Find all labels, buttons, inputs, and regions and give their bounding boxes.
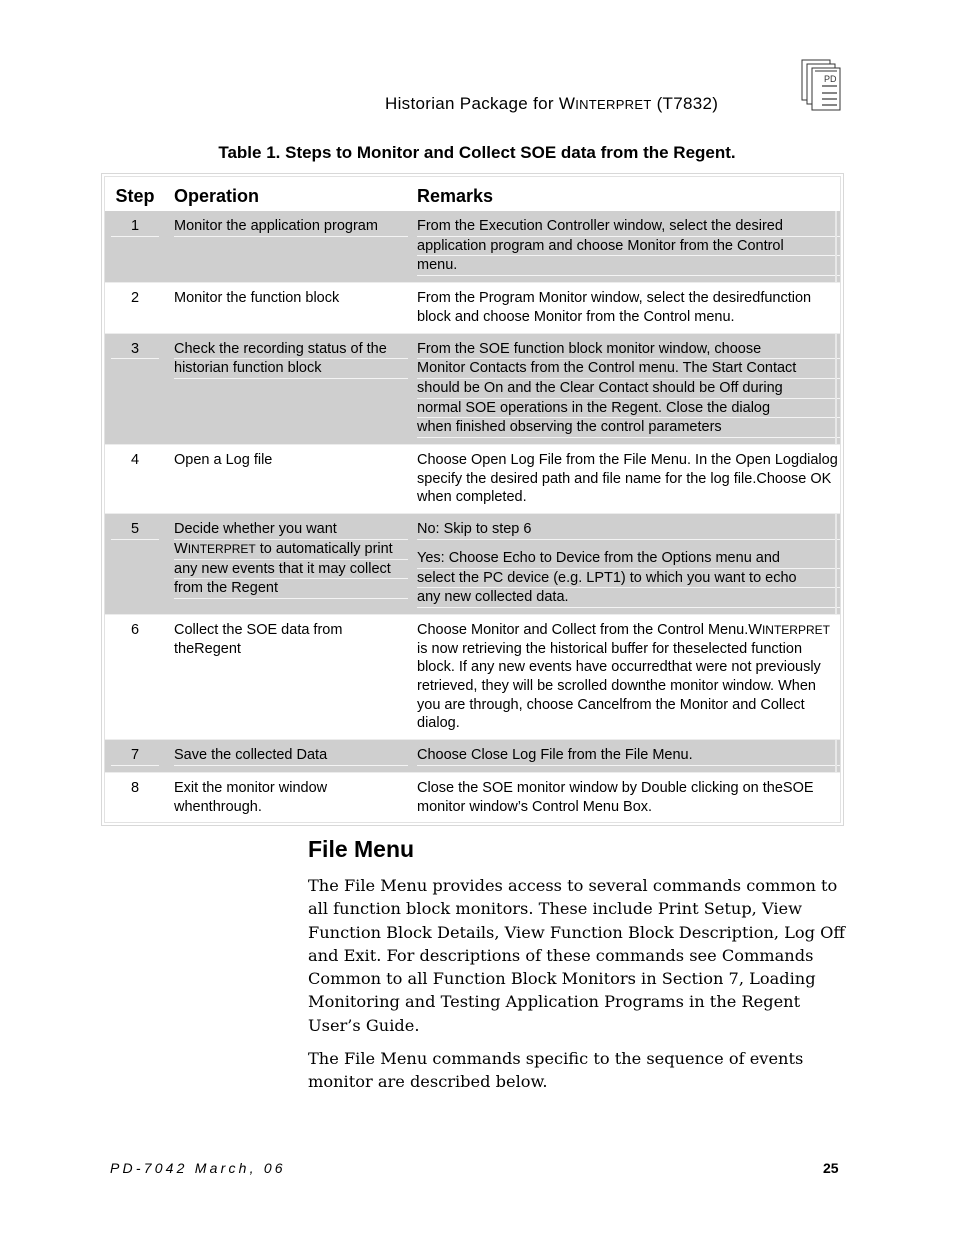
step-cell: 3: [105, 334, 165, 445]
table-title: Table 1. Steps to Monitor and Collect SO…: [218, 143, 736, 162]
running-header: Historian Package for WINTERPRET (T7832): [385, 94, 718, 114]
header-suffix: (T7832): [651, 94, 719, 113]
remarks-line: Choose Monitor and Collect from the Cont…: [417, 621, 749, 638]
header-prefix: Historian Package for W: [385, 94, 576, 113]
step-cell: 7: [105, 740, 165, 772]
remarks-line: From the Execution Controller window, se…: [417, 217, 840, 237]
pd-document-logo-icon: PD: [801, 59, 841, 111]
remarks-cell: Close the SOE monitor window by Double c…: [408, 773, 840, 822]
remarks-line: From the Program Monitor window, select …: [417, 290, 761, 307]
step-cell: 1: [105, 211, 165, 282]
remarks-line: select the PC device (e.g. LPT1) to whic…: [417, 569, 840, 589]
operation-line: WINTERPRET to automatically print: [174, 540, 408, 560]
operation-cell: Monitor the application program: [165, 211, 408, 282]
remarks-line: Monitor Contacts from the Control menu. …: [417, 359, 840, 379]
pd-logo-text: PD: [824, 74, 837, 84]
operation-line: Open a Log file: [174, 452, 273, 469]
remarks-cell: Choose Close Log File from the File Menu…: [408, 740, 840, 772]
table-header-row: Step Operation Remarks: [105, 177, 840, 211]
step-cell: 8: [105, 773, 165, 822]
column-header-remarks: Remarks: [417, 186, 494, 206]
step-number: 1: [111, 217, 159, 237]
operation-line: from the Regent: [174, 579, 408, 599]
step-cell: 6: [105, 615, 165, 739]
step-cell: 2: [105, 283, 165, 332]
operation-cell: Collect the SOE data from theRegent: [165, 615, 408, 739]
header-brand: INTERPRET: [575, 97, 652, 112]
operation-cell: Monitor the function block: [165, 283, 408, 332]
table-row: 1 Monitor the application program From the…: [105, 211, 840, 283]
table-row: 7 Save the collected Data Choose Close Log…: [105, 739, 840, 772]
remarks-cell: From the Execution Controller window, se…: [408, 211, 840, 282]
table-row: 5 Decide whether you want WINTERPRET to au…: [105, 513, 840, 614]
step-number: 4: [130, 452, 140, 469]
remarks-line: Choose Close Log File from the File Menu…: [417, 746, 840, 766]
table-row: 8 Exit the monitor window whenthrough. Clo…: [105, 771, 840, 822]
operation-cell: Save the collected Data: [165, 740, 408, 772]
remarks-line: any new collected data.: [417, 588, 840, 608]
remarks-line: From the SOE function block monitor wind…: [417, 340, 840, 360]
footer-page-number: 25: [823, 1160, 839, 1176]
operation-line: historian function block: [174, 359, 408, 379]
remarks-line: normal SOE operations in the Regent. Clo…: [417, 399, 840, 419]
remarks-cell: Choose Monitor and Collect from the Cont…: [408, 615, 840, 739]
remarks-cell: No: Skip to step 6 Yes: Choose Echo to De…: [408, 514, 840, 614]
step-number: 5: [111, 520, 159, 540]
operation-line: Monitor the function block: [174, 290, 340, 307]
operation-line: through.: [208, 798, 262, 815]
step-cell: 5: [105, 514, 165, 614]
step-number: 2: [130, 290, 140, 307]
footer-doc-id: PD-7042 March, 06: [110, 1160, 286, 1176]
operation-line: Monitor the application program: [174, 217, 408, 237]
operation-line: Save the collected Data: [174, 746, 408, 766]
operation-cell: Exit the monitor window whenthrough.: [165, 773, 408, 822]
section-title: File Menu: [308, 836, 415, 862]
remarks-line: menu.: [417, 256, 840, 277]
operation-cell: Check the recording status of the histori…: [165, 334, 408, 445]
remarks-line: should be On and the Clear Contact shoul…: [417, 379, 840, 399]
operation-line: Decide whether you want: [174, 520, 408, 540]
operation-line: Regent: [194, 640, 241, 657]
column-header-operation: Operation: [174, 186, 260, 206]
table-row: 3 Check the recording status of the histor…: [105, 332, 840, 445]
remarks-line: application program and choose Monitor f…: [417, 237, 840, 257]
remarks-line: No: Skip to step 6: [417, 520, 840, 540]
table-row: 2 Monitor the function block From the Prog…: [105, 282, 840, 332]
step-number: 8: [130, 779, 140, 796]
step-cell: 4: [105, 445, 165, 513]
column-header-step: Step: [115, 186, 155, 206]
step-number: 7: [111, 746, 159, 766]
remarks-line: Close the SOE monitor window by Double c…: [417, 779, 783, 796]
step-number: 6: [130, 621, 140, 638]
table-row: 4 Open a Log file Choose Open Log File fro…: [105, 444, 840, 513]
section-paragraph-1: The File Menu provides access to several…: [308, 876, 845, 1035]
remarks-cell: From the Program Monitor window, select …: [408, 283, 840, 332]
remarks-line: Choose Open Log File from the File Menu.…: [417, 452, 800, 469]
steps-table: Step Operation Remarks 1 Monitor the appl…: [101, 173, 844, 827]
step-number: 3: [111, 340, 159, 360]
remarks-line: Yes: Choose Echo to Device from the Opti…: [417, 549, 840, 569]
table-row: 6 Collect the SOE data from theRegent Choo…: [105, 613, 840, 739]
remarks-cell: Choose Open Log File from the File Menu.…: [408, 445, 840, 513]
remarks-line: when finished observing the control para…: [417, 418, 840, 439]
operation-cell: Decide whether you want WINTERPRET to aut…: [165, 514, 408, 614]
operation-line: any new events that it may collect: [174, 560, 408, 580]
operation-cell: Open a Log file: [165, 445, 408, 513]
section-paragraph-2: The File Menu commands specific to the s…: [308, 1049, 804, 1092]
remarks-cell: From the SOE function block monitor wind…: [408, 334, 840, 445]
operation-line: Check the recording status of the: [174, 340, 408, 360]
